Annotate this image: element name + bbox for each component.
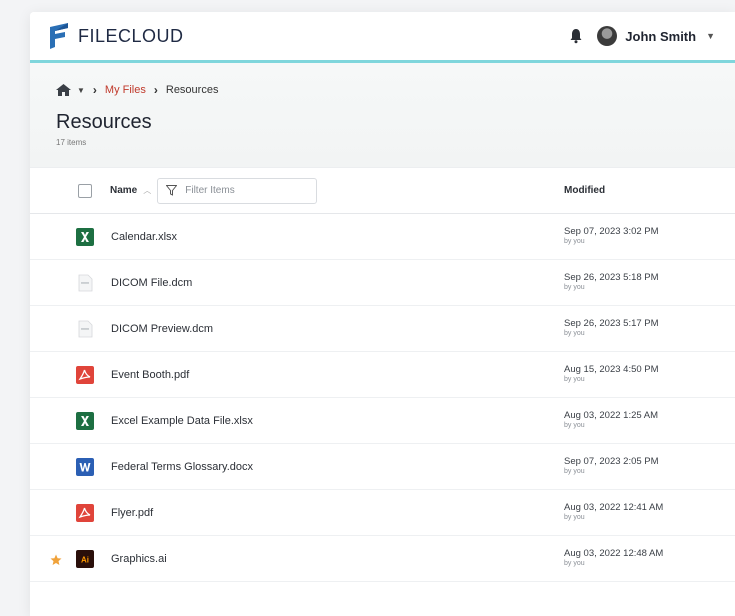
breadcrumb: ▼ › My Files › Resources: [56, 83, 709, 97]
user-menu[interactable]: John Smith ▼: [597, 26, 715, 46]
modified-date: Aug 15, 2023 4:50 PM: [564, 364, 659, 375]
filecloud-logo-icon: [50, 23, 68, 49]
top-bar: FILECLOUD John Smith ▼: [30, 12, 735, 60]
modified-cell: Aug 03, 2022 12:41 AM by you: [564, 502, 663, 521]
modified-by: by you: [564, 468, 585, 475]
chevron-down-icon[interactable]: ▼: [77, 86, 85, 95]
modified-cell: Aug 15, 2023 4:50 PM by you: [564, 364, 659, 383]
logo-text: FILECLOUD: [78, 25, 184, 46]
illustrator-file-icon: Ai: [76, 549, 94, 568]
modified-by: by you: [564, 514, 585, 521]
file-name[interactable]: Calendar.xlsx: [111, 231, 177, 243]
dicom-file-icon: [76, 320, 94, 338]
file-name[interactable]: Excel Example Data File.xlsx: [111, 415, 253, 427]
file-list: Calendar.xlsx Sep 07, 2023 3:02 PM by you D…: [30, 214, 735, 582]
file-name[interactable]: Flyer.pdf: [111, 507, 153, 519]
home-icon[interactable]: [56, 84, 71, 96]
table-row[interactable]: Calendar.xlsx Sep 07, 2023 3:02 PM by you: [30, 214, 735, 260]
modified-cell: Sep 26, 2023 5:17 PM by you: [564, 318, 659, 337]
excel-file-icon: [76, 227, 94, 246]
table-row[interactable]: Ai Graphics.ai Aug 03, 2022 12:48 AM by you: [30, 536, 735, 582]
word-file-icon: [76, 457, 94, 476]
table-header: Name ︿ Modified: [30, 167, 735, 214]
pdf-file-icon: [76, 503, 94, 522]
modified-by: by you: [564, 238, 585, 245]
page-title: Resources: [56, 111, 152, 133]
modified-date: Aug 03, 2022 12:48 AM: [564, 548, 664, 559]
table-row[interactable]: Excel Example Data File.xlsx Aug 03, 2022…: [30, 398, 735, 444]
modified-by: by you: [564, 330, 585, 337]
excel-file-icon: [76, 411, 94, 430]
app-window: FILECLOUD John Smith ▼ ▼ › My Files › Re…: [30, 12, 735, 616]
user-area: John Smith ▼: [569, 26, 715, 46]
logo[interactable]: FILECLOUD: [48, 23, 184, 49]
file-name[interactable]: Graphics.ai: [111, 553, 167, 565]
user-name: John Smith: [625, 28, 697, 44]
breadcrumb-my-files[interactable]: My Files: [105, 84, 146, 96]
column-header-modified[interactable]: Modified: [564, 185, 605, 196]
select-all-checkbox[interactable]: [78, 183, 92, 198]
bell-icon[interactable]: [569, 28, 583, 44]
filter-input[interactable]: [185, 185, 306, 196]
modified-cell: Sep 07, 2023 2:05 PM by you: [564, 456, 659, 475]
file-name[interactable]: DICOM File.dcm: [111, 277, 192, 289]
pdf-file-icon: [76, 365, 94, 384]
modified-by: by you: [564, 376, 585, 383]
modified-date: Sep 26, 2023 5:17 PM: [564, 318, 659, 329]
filter-box[interactable]: [157, 177, 318, 204]
modified-date: Aug 03, 2022 1:25 AM: [564, 410, 659, 421]
modified-cell: Sep 07, 2023 3:02 PM by you: [564, 226, 659, 245]
table-row[interactable]: Event Booth.pdf Aug 15, 2023 4:50 PM by yo…: [30, 352, 735, 398]
avatar: [597, 26, 618, 46]
modified-by: by you: [564, 284, 585, 291]
page-header: ▼ › My Files › Resources Resources 17 it…: [30, 63, 735, 167]
modified-cell: Aug 03, 2022 1:25 AM by you: [564, 410, 658, 429]
column-header-name[interactable]: Name: [110, 185, 137, 196]
modified-by: by you: [564, 560, 585, 567]
modified-date: Sep 07, 2023 2:05 PM: [564, 456, 659, 467]
filter-icon: [166, 185, 178, 196]
svg-text:Ai: Ai: [81, 555, 89, 564]
breadcrumb-current: Resources: [165, 84, 219, 96]
modified-by: by you: [564, 422, 585, 429]
modified-date: Aug 03, 2022 12:41 AM: [564, 502, 664, 513]
file-name[interactable]: Event Booth.pdf: [111, 369, 189, 381]
modified-cell: Aug 03, 2022 12:48 AM by you: [564, 548, 663, 567]
table-row[interactable]: DICOM File.dcm Sep 26, 2023 5:18 PM by you: [30, 260, 735, 306]
modified-date: Sep 07, 2023 3:02 PM: [564, 226, 659, 237]
dicom-file-icon: [76, 274, 94, 292]
modified-date: Sep 26, 2023 5:18 PM: [564, 272, 659, 283]
sort-ascending-icon[interactable]: ︿: [143, 185, 151, 196]
file-name[interactable]: Federal Terms Glossary.docx: [111, 461, 253, 473]
table-row[interactable]: DICOM Preview.dcm Sep 26, 2023 5:17 PM by …: [30, 306, 735, 352]
table-row[interactable]: Federal Terms Glossary.docx Sep 07, 2023 …: [30, 444, 735, 490]
chevron-right-icon: ›: [153, 83, 158, 97]
item-count: 17 items: [56, 138, 87, 147]
star-icon[interactable]: [50, 553, 62, 565]
file-name[interactable]: DICOM Preview.dcm: [111, 323, 213, 335]
chevron-down-icon: ▼: [706, 31, 715, 41]
table-row[interactable]: Flyer.pdf Aug 03, 2022 12:41 AM by you: [30, 490, 735, 536]
chevron-right-icon: ›: [92, 83, 97, 97]
modified-cell: Sep 26, 2023 5:18 PM by you: [564, 272, 659, 291]
